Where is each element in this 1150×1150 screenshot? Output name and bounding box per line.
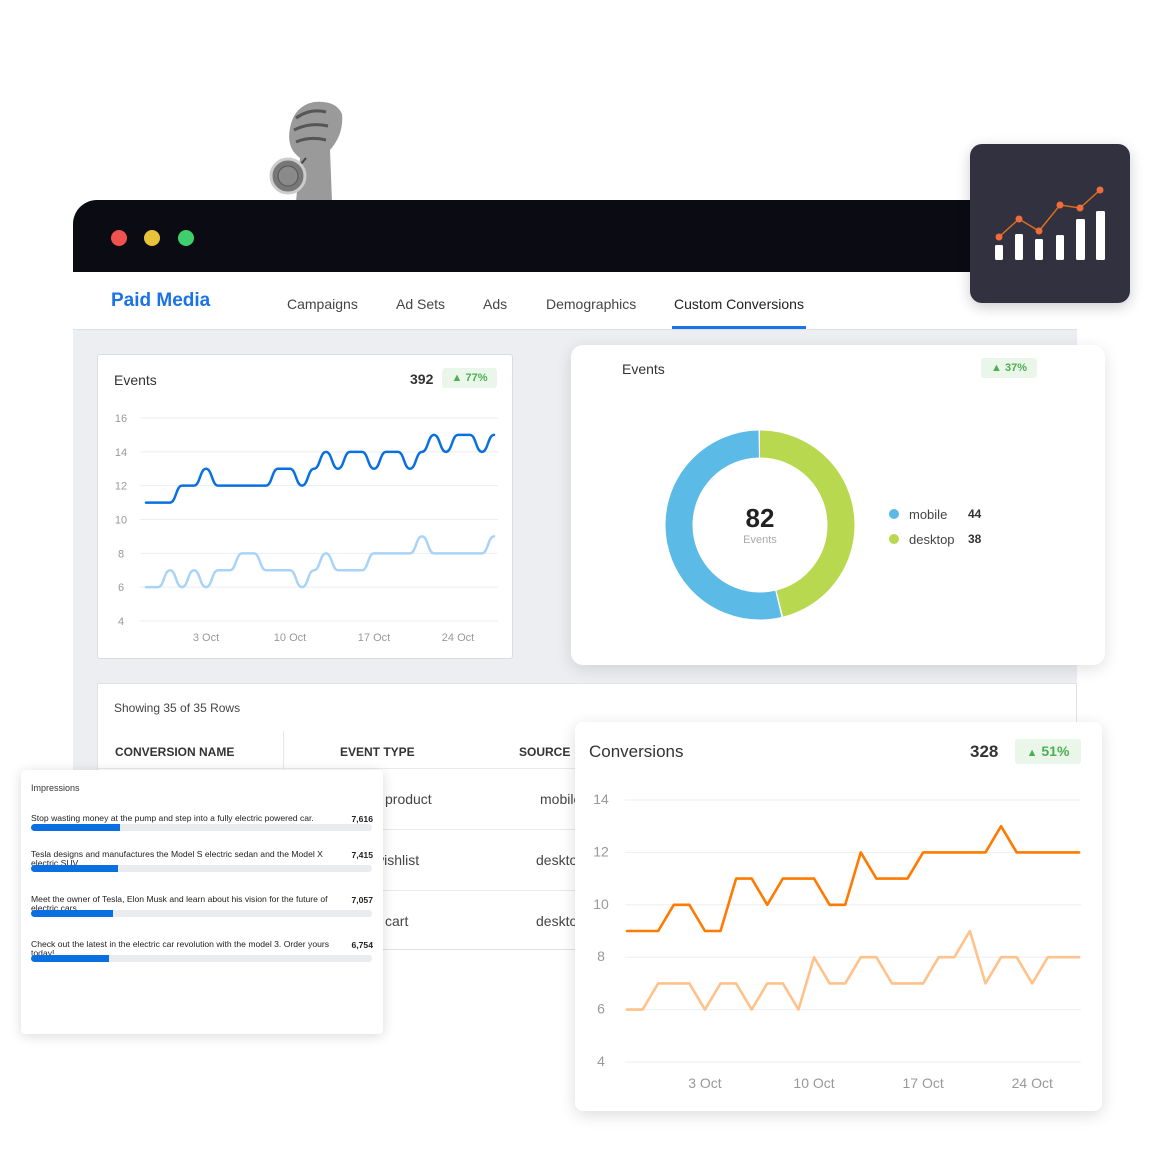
legend-label: desktop (909, 532, 955, 547)
impression-item: Meet the owner of Tesla, Elon Musk and l… (21, 895, 383, 935)
x-tick-label: 3 Oct (193, 632, 219, 644)
impression-value: 7,057 (351, 895, 373, 905)
card-title: Impressions (31, 783, 80, 793)
impressions-card: Impressions Stop wasting money at the pu… (21, 770, 383, 1034)
impression-value: 6,754 (351, 940, 373, 950)
column-header-conversion-name[interactable]: CONVERSION NAME (115, 745, 234, 759)
column-divider (283, 731, 284, 771)
x-tick-label: 10 Oct (793, 1075, 834, 1091)
tab-campaigns[interactable]: Campaigns (287, 296, 358, 312)
x-tick-label: 17 Oct (358, 632, 390, 644)
x-tick-label: 17 Oct (903, 1075, 944, 1091)
x-tick-label: 10 Oct (274, 632, 306, 644)
conversions-card: Conversions 328 ▲ 51% 4 6 8 10 12 14 3 Oct 10 O… (575, 722, 1102, 1111)
events-donut-card: Events ▲ 37% 82 Events mobile 44 desktop… (571, 345, 1105, 665)
progress-bar (31, 824, 372, 831)
impression-item: Tesla designs and manufactures the Model… (21, 850, 383, 890)
y-tick-label: 12 (593, 843, 609, 859)
legend-dot (889, 509, 899, 519)
y-tick-label: 10 (115, 515, 127, 527)
analytics-app-badge (970, 144, 1130, 303)
events-donut-chart (665, 430, 855, 620)
title-bar (73, 200, 1077, 272)
events-line-chart: 4 6 8 10 12 14 16 3 Oct 10 Oct 17 Oct 24 Oct (115, 413, 498, 644)
x-tick-label: 24 Oct (442, 632, 474, 644)
progress-fill (31, 824, 120, 831)
active-tab-indicator (672, 326, 806, 329)
minimize-window-button[interactable] (144, 230, 160, 246)
column-header-source[interactable]: SOURCE (519, 745, 570, 759)
ad-text: Stop wasting money at the pump and step … (31, 813, 314, 823)
tab-demographics[interactable]: Demographics (546, 296, 636, 312)
legend-label: mobile (909, 507, 948, 522)
y-tick-label: 12 (115, 481, 127, 493)
tab-custom-conversions[interactable]: Custom Conversions (674, 296, 804, 312)
series-line (625, 929, 1081, 1011)
legend-value: 38 (968, 532, 982, 546)
nav-bar: Paid Media Campaigns Ad Sets Ads Demogra… (73, 272, 1077, 330)
progress-fill (31, 910, 113, 917)
donut-center-value: 82 (745, 503, 775, 533)
y-tick-label: 8 (118, 548, 124, 560)
legend-value: 44 (968, 507, 982, 521)
column-header-event-type[interactable]: EVENT TYPE (340, 745, 415, 759)
progress-fill (31, 955, 110, 962)
conversions-line-chart: 4 6 8 10 12 14 3 Oct 10 Oct 17 Oct 24 Oct (593, 791, 1081, 1091)
y-tick-label: 4 (118, 616, 124, 628)
progress-bar (31, 910, 372, 917)
y-tick-label: 6 (118, 582, 124, 594)
x-tick-label: 24 Oct (1012, 1075, 1053, 1091)
bar-chart-trend-icon (995, 186, 1105, 260)
progress-fill (31, 865, 118, 872)
close-window-button[interactable] (111, 230, 127, 246)
impression-item: Stop wasting money at the pump and step … (21, 814, 383, 854)
tab-ads[interactable]: Ads (483, 296, 507, 312)
row-count: Showing 35 of 35 Rows (114, 701, 241, 715)
impression-item: Check out the latest in the electric car… (21, 940, 383, 980)
tab-ad-sets[interactable]: Ad Sets (396, 296, 445, 312)
y-tick-label: 6 (597, 1001, 605, 1017)
y-tick-label: 8 (597, 948, 605, 964)
brand-title: Paid Media (111, 290, 211, 311)
event-type-cell: cart (385, 913, 409, 929)
x-tick-label: 3 Oct (688, 1075, 722, 1091)
maximize-window-button[interactable] (178, 230, 194, 246)
y-tick-label: 10 (593, 896, 609, 912)
series-line (625, 824, 1081, 933)
events-line-card: Events 392 ▲ 77% 4 6 8 10 12 14 16 3 Oct 10 Oct 1… (97, 354, 513, 659)
series-line (144, 535, 496, 589)
impression-value: 7,616 (351, 814, 373, 824)
impression-value: 7,415 (351, 850, 373, 860)
donut-center-label: Events (743, 534, 777, 546)
legend-dot (889, 534, 899, 544)
y-tick-label: 16 (115, 413, 127, 425)
hand-medal-image (269, 101, 343, 202)
y-tick-label: 14 (115, 447, 127, 459)
event-type-cell: product (385, 791, 432, 807)
y-tick-label: 14 (593, 791, 609, 807)
y-tick-label: 4 (597, 1053, 605, 1069)
progress-bar (31, 865, 372, 872)
progress-bar (31, 955, 372, 962)
series-line (144, 433, 496, 504)
